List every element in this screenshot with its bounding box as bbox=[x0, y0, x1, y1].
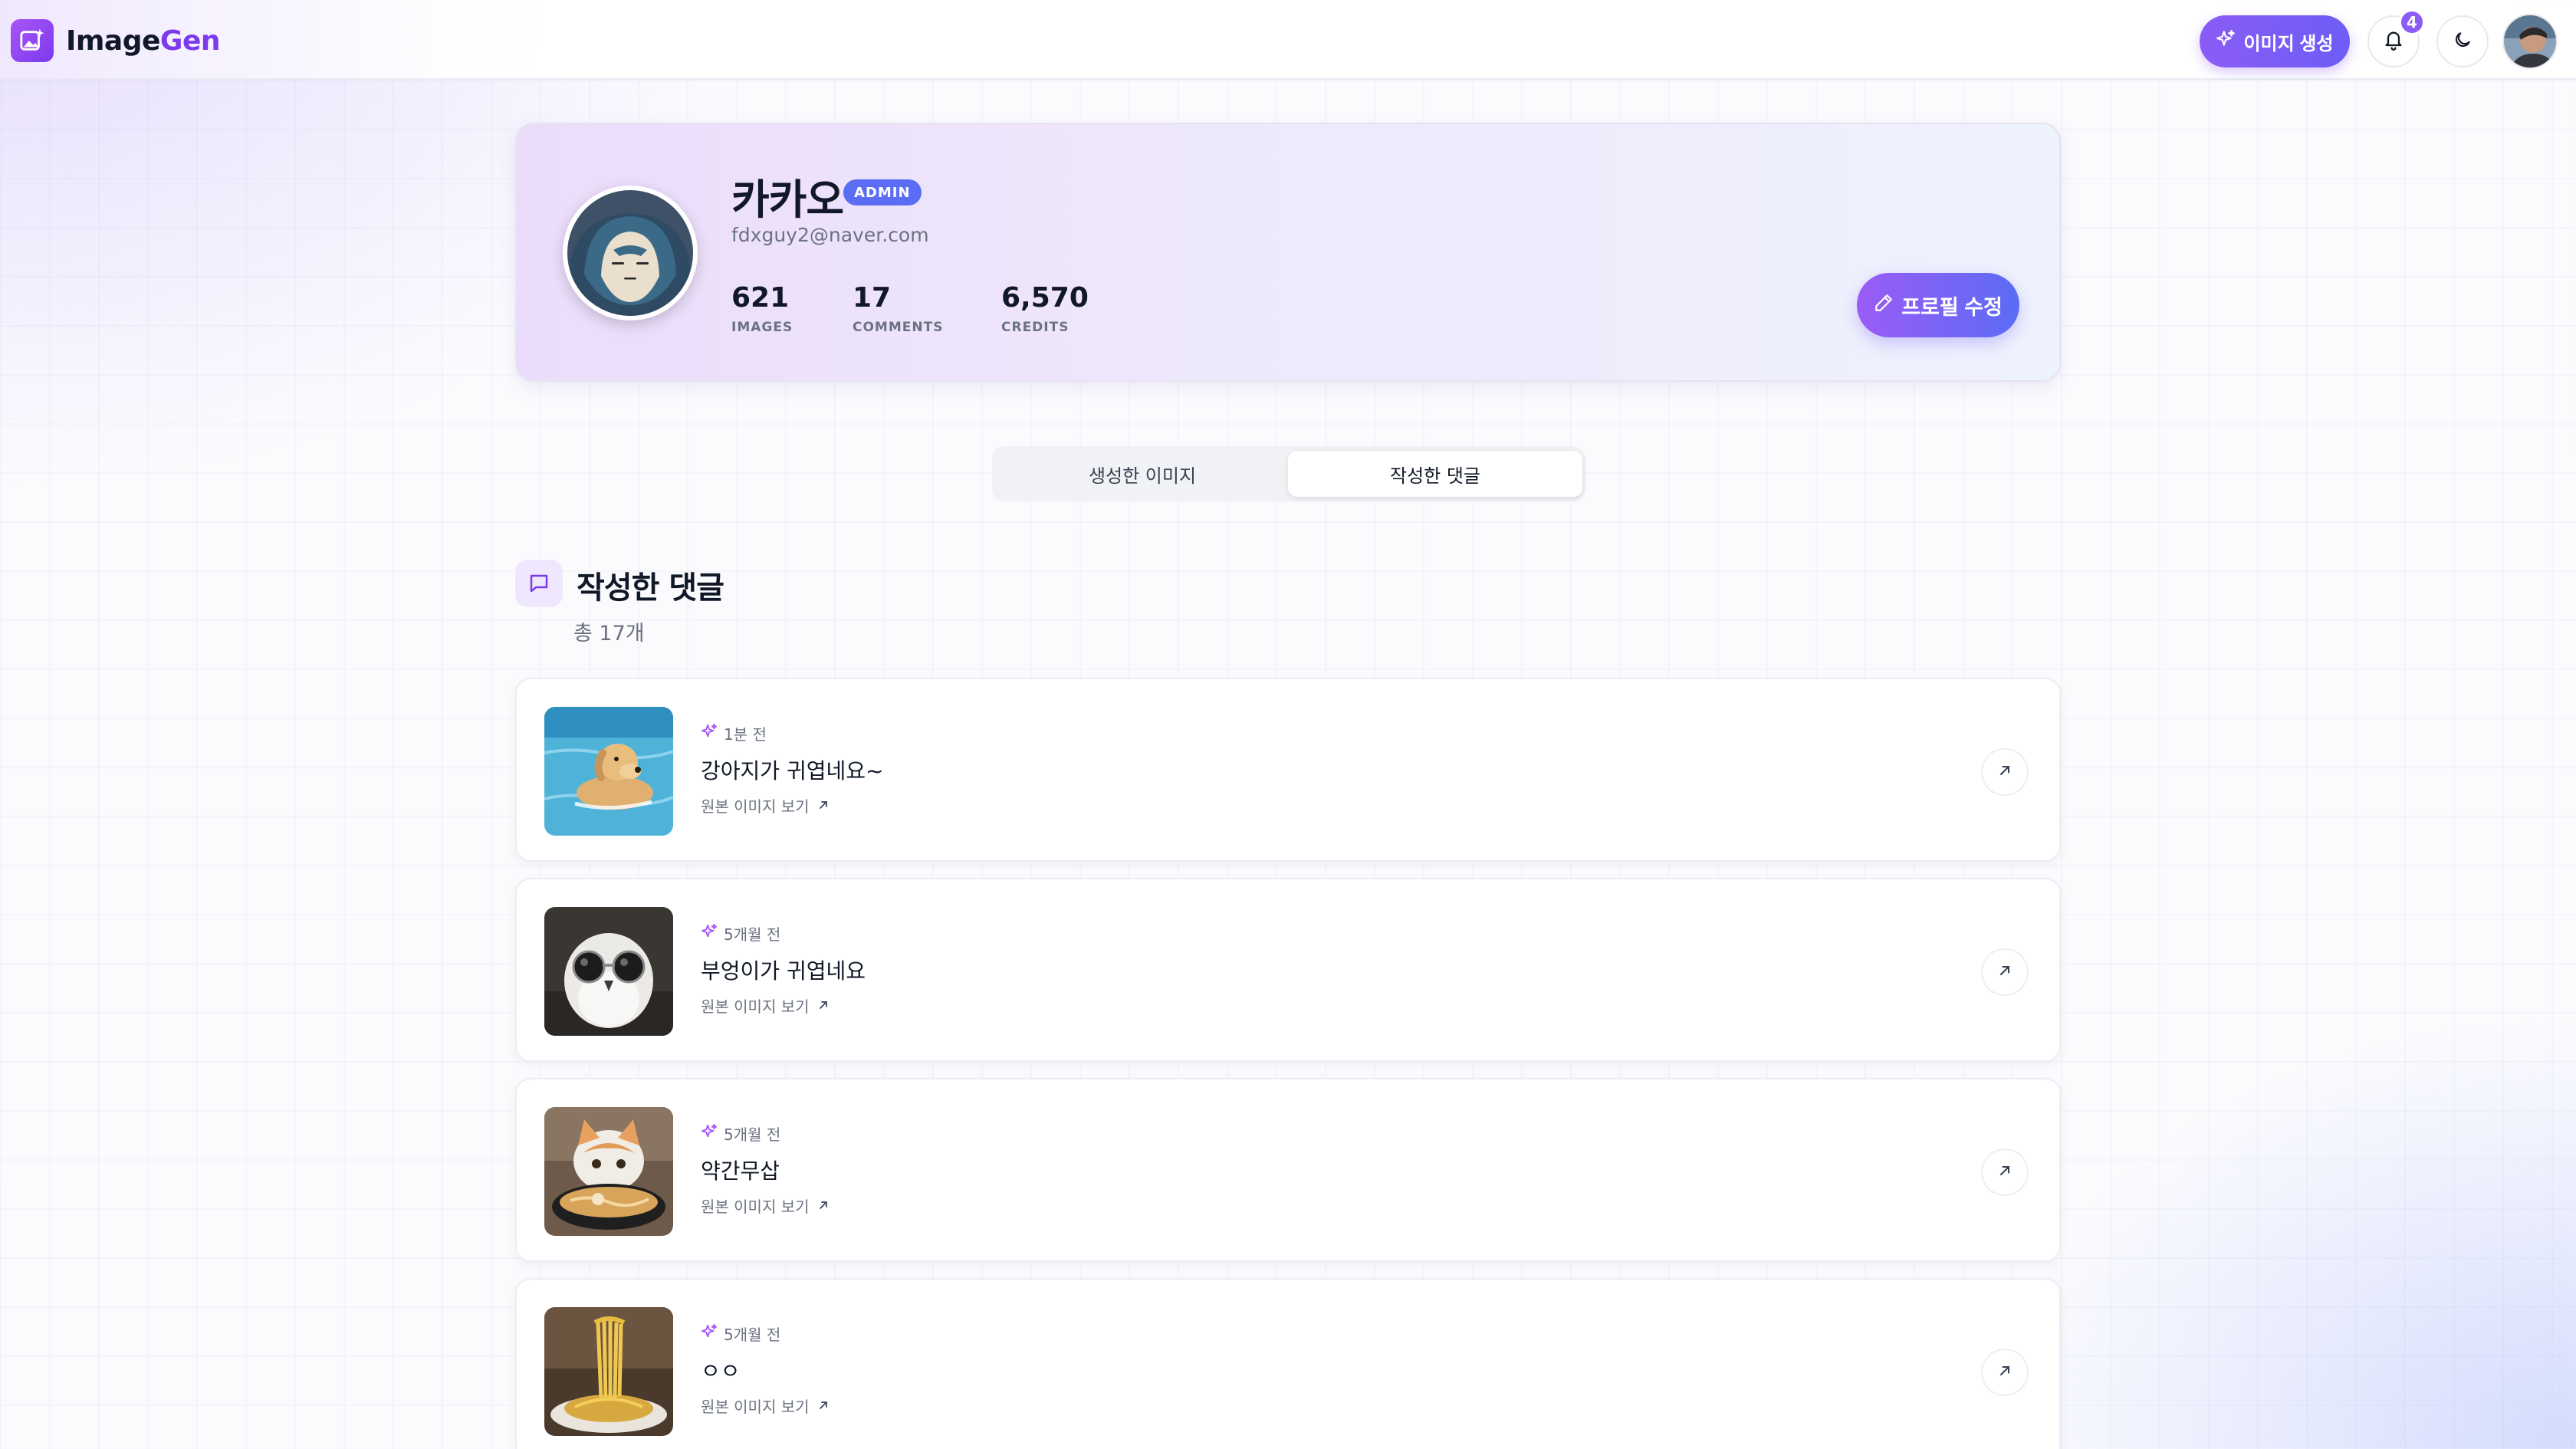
arrow-up-right-icon bbox=[1997, 763, 2013, 781]
stat-value: 621 bbox=[731, 282, 790, 314]
comment-text: 약간무삽 bbox=[701, 1158, 780, 1184]
notification-count-badge: 4 bbox=[2399, 9, 2425, 35]
comment-meta: 5개월 전 bbox=[701, 1322, 780, 1345]
comment-thumbnail[interactable] bbox=[544, 1307, 673, 1436]
arrow-up-right-icon bbox=[817, 797, 830, 815]
stat-label: CREDITS bbox=[1001, 320, 1070, 335]
view-original-label: 원본 이미지 보기 bbox=[701, 797, 810, 816]
comment-time: 1분 전 bbox=[724, 725, 767, 744]
open-comment-button[interactable] bbox=[1981, 748, 2029, 796]
bell-icon bbox=[2383, 29, 2404, 54]
comment-card[interactable]: 1분 전 강아지가 귀엽네요~ 원본 이미지 보기 bbox=[515, 678, 2061, 862]
open-comment-button[interactable] bbox=[1981, 1349, 2029, 1396]
sparkle-icon bbox=[2216, 29, 2236, 54]
stat-value: 6,570 bbox=[1001, 282, 1089, 314]
edit-profile-label: 프로필 수정 bbox=[1901, 295, 2003, 319]
generate-image-button[interactable]: 이미지 생성 bbox=[2200, 15, 2350, 67]
profile-name: 카카오 bbox=[731, 176, 844, 224]
comment-meta: 5개월 전 bbox=[701, 922, 780, 945]
comment-meta: 5개월 전 bbox=[701, 1122, 780, 1145]
tab-generated-images[interactable]: 생성한 이미지 bbox=[995, 451, 1290, 497]
top-navbar: ImageGen 이미지 생성 4 bbox=[0, 0, 2576, 80]
app-logo[interactable]: ImageGen bbox=[11, 19, 220, 62]
moon-icon bbox=[2453, 30, 2472, 53]
user-avatar[interactable] bbox=[2502, 14, 2558, 69]
sparkle-icon bbox=[701, 923, 718, 944]
view-original-link[interactable]: 원본 이미지 보기 bbox=[701, 994, 830, 1017]
comment-time: 5개월 전 bbox=[724, 1125, 781, 1144]
open-comment-button[interactable] bbox=[1981, 948, 2029, 996]
stat-comments: 17 COMMENTS bbox=[853, 282, 943, 335]
view-original-label: 원본 이미지 보기 bbox=[701, 997, 810, 1016]
generate-image-label: 이미지 생성 bbox=[2243, 33, 2334, 54]
sparkle-icon bbox=[701, 1123, 718, 1144]
arrow-up-right-icon bbox=[1997, 963, 2013, 981]
stat-credits: 6,570 CREDITS bbox=[1001, 282, 1089, 335]
profile-email: fdxguy2@naver.com bbox=[731, 224, 929, 246]
view-original-label: 원본 이미지 보기 bbox=[701, 1198, 810, 1216]
arrow-up-right-icon bbox=[817, 1397, 830, 1415]
comment-card[interactable]: 5개월 전 약간무삽 원본 이미지 보기 bbox=[515, 1078, 2061, 1262]
section-count: 총 17개 bbox=[573, 622, 645, 646]
image-sparkle-icon bbox=[11, 19, 54, 62]
view-original-link[interactable]: 원본 이미지 보기 bbox=[701, 1194, 830, 1217]
stat-label: IMAGES bbox=[731, 320, 794, 335]
section-title: 작성한 댓글 bbox=[577, 570, 724, 606]
pencil-icon bbox=[1874, 293, 1894, 318]
comment-text: 부엉이가 귀엽네요 bbox=[701, 958, 866, 984]
comment-thumbnail[interactable] bbox=[544, 707, 673, 836]
profile-card: 카카오 ADMIN fdxguy2@naver.com 621 IMAGES 1… bbox=[515, 123, 2061, 382]
app-name: ImageGen bbox=[66, 25, 220, 57]
profile-tabs: 생성한 이미지 작성한 댓글 bbox=[992, 446, 1585, 501]
arrow-up-right-icon bbox=[817, 997, 830, 1015]
comment-thumbnail[interactable] bbox=[544, 907, 673, 1036]
comment-thumbnail[interactable] bbox=[544, 1107, 673, 1236]
stat-label: COMMENTS bbox=[853, 320, 944, 335]
comment-card[interactable]: 5개월 전 부엉이가 귀엽네요 원본 이미지 보기 bbox=[515, 878, 2061, 1062]
comment-text: 강아지가 귀엽네요~ bbox=[701, 758, 884, 784]
admin-badge: ADMIN bbox=[843, 179, 922, 205]
open-comment-button[interactable] bbox=[1981, 1148, 2029, 1196]
view-original-link[interactable]: 원본 이미지 보기 bbox=[701, 794, 830, 816]
comment-card[interactable]: 5개월 전 ㅇㅇ 원본 이미지 보기 bbox=[515, 1278, 2061, 1449]
profile-avatar bbox=[563, 186, 698, 320]
arrow-up-right-icon bbox=[1997, 1363, 2013, 1382]
view-original-label: 원본 이미지 보기 bbox=[701, 1398, 810, 1416]
edit-profile-button[interactable]: 프로필 수정 bbox=[1857, 273, 2019, 337]
tab-written-comments[interactable]: 작성한 댓글 bbox=[1288, 451, 1582, 497]
arrow-up-right-icon bbox=[817, 1197, 830, 1215]
theme-toggle-button[interactable] bbox=[2436, 15, 2489, 67]
comment-time: 5개월 전 bbox=[724, 1326, 781, 1344]
view-original-link[interactable]: 원본 이미지 보기 bbox=[701, 1395, 830, 1417]
sparkle-icon bbox=[701, 1323, 718, 1344]
comment-time: 5개월 전 bbox=[724, 925, 781, 944]
arrow-up-right-icon bbox=[1997, 1163, 2013, 1181]
comment-meta: 1분 전 bbox=[701, 722, 767, 744]
stat-value: 17 bbox=[853, 282, 892, 314]
stat-images: 621 IMAGES bbox=[731, 282, 793, 335]
sparkle-icon bbox=[701, 723, 718, 744]
comment-text: ㅇㅇ bbox=[701, 1359, 741, 1384]
comment-icon bbox=[515, 560, 563, 607]
